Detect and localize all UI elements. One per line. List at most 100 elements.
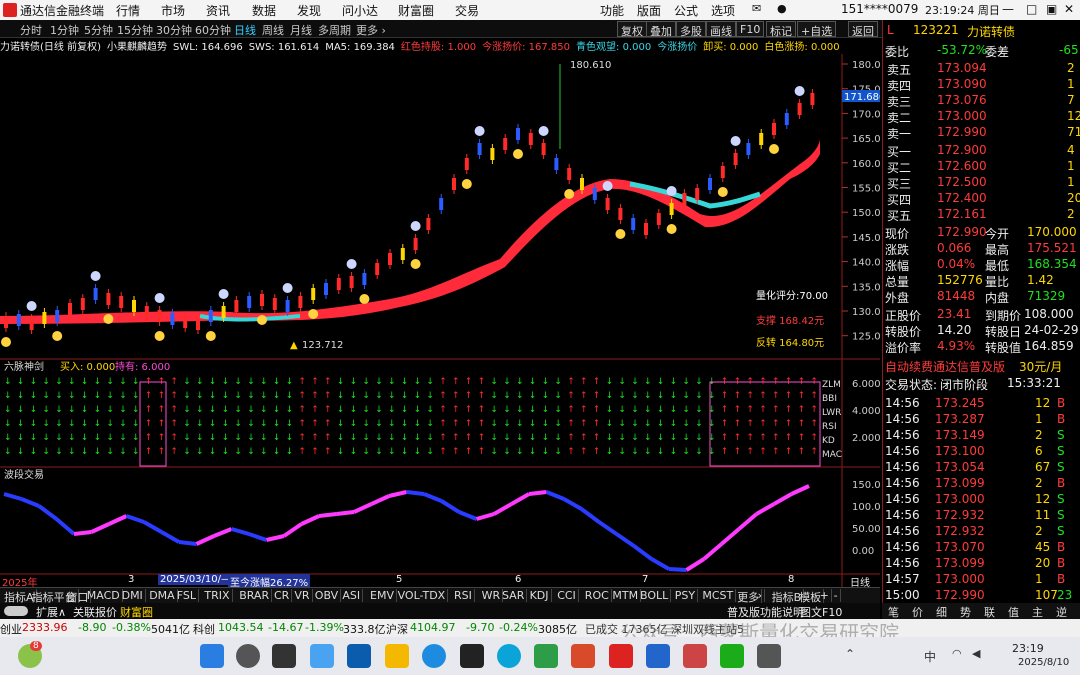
period-tab[interactable]: 更多 › [356,22,386,38]
mark-button[interactable]: 标记 [766,21,796,38]
multi-stock-button[interactable]: 多股 [676,21,706,38]
indicator-tab[interactable]: VOL-TDX [396,589,449,602]
chevron-up-icon[interactable]: ⌃ [845,647,855,661]
right-panel-tab[interactable]: 主 [1032,604,1043,620]
right-panel-tab[interactable]: 细 [936,604,947,620]
indicator-tab[interactable]: TRIX [202,589,233,602]
task-view-icon[interactable] [272,644,296,668]
right-panel-tab[interactable]: 逆 [1056,604,1067,620]
wechat-icon[interactable] [720,644,744,668]
search-icon[interactable] [236,644,260,668]
indicator-tab[interactable]: BOLL [638,589,672,602]
sub1-title[interactable]: 六脉神剑 [4,360,44,373]
menu-item[interactable]: 交易 [455,2,479,19]
menu-item[interactable]: 问小达 [342,2,378,19]
expand-tab[interactable]: 扩展∧ [36,604,66,620]
add-favorite-button[interactable]: +自选 [797,21,837,38]
period-tab[interactable]: 5分钟 [84,22,113,38]
indicator-tab[interactable]: OBV [313,589,342,602]
chart-canvas[interactable]: 180.0175.0170.0165.0160.0155.0150.0145.0… [0,54,880,587]
indicator-tab[interactable]: SAR [500,589,528,602]
period-tab[interactable]: 15分钟 [117,22,153,38]
menu-item[interactable]: 财富圈 [398,2,434,19]
maximize-button[interactable]: □ [1026,2,1037,16]
overlay-button[interactable]: 叠加 [646,21,676,38]
indicator-tab[interactable]: - [832,589,841,602]
period-tab[interactable]: 60分钟 [195,22,231,38]
f10-button[interactable]: F10 [736,21,765,37]
mail-app-icon[interactable] [347,644,371,668]
vscode-icon[interactable] [646,644,670,668]
right-panel-tab[interactable]: 值 [1008,604,1019,620]
menu-item[interactable]: 公式 [674,2,698,19]
taskbar-time[interactable]: 23:19 [1012,642,1044,655]
indicator-tab[interactable]: › [756,589,765,602]
index-name[interactable]: 创业 [0,621,22,637]
app-icon[interactable] [757,644,781,668]
indicator-tab[interactable]: ROC [583,589,612,602]
period-tab[interactable]: 分时 [20,22,42,38]
menu-item[interactable]: 发现 [297,2,321,19]
store-icon[interactable] [310,644,334,668]
folder-icon[interactable] [385,644,409,668]
menu-item[interactable]: 版面 [637,2,661,19]
edge-icon[interactable] [422,644,446,668]
draw-line-button[interactable]: 画线 [706,21,736,38]
ie-icon[interactable] [497,644,521,668]
ime-indicator[interactable]: 中 [924,648,936,665]
menu-item[interactable]: 数据 [252,2,276,19]
promo-text[interactable]: 自动续费通达信普及版 [885,358,1005,375]
toggle-switch[interactable] [4,606,28,616]
right-panel-tab[interactable]: 联 [984,604,995,620]
index-name[interactable]: 沪深 [386,621,408,637]
indicator-tab[interactable]: KDJ [528,589,552,602]
sub2-title[interactable]: 波段交易 [4,468,44,481]
indicator-tab[interactable]: RSI [452,589,475,602]
indicator-tab[interactable]: PSY [673,589,699,602]
period-tab[interactable]: 月线 [290,22,312,38]
wealth-circle-tab[interactable]: 财富圈 [120,604,153,620]
menu-item[interactable]: 市场 [161,2,185,19]
indicator-tab[interactable]: FSL [175,589,200,602]
indicator-tab[interactable]: MACD [85,589,123,602]
index-name[interactable]: 科创 [193,621,215,637]
app-icon[interactable] [534,644,558,668]
period-tab[interactable]: 30分钟 [156,22,192,38]
fuquan-button[interactable]: 复权 [617,21,647,38]
menu-item[interactable]: 行情 [116,2,140,19]
period-tab[interactable]: 多周期 [318,22,351,38]
wps-icon[interactable] [571,644,595,668]
indicator-tab[interactable]: CR [272,589,293,602]
menu-item[interactable]: 功能 [600,2,624,19]
indicator-tab[interactable]: MCST [700,589,737,602]
mail-icon[interactable]: ✉ [752,2,761,15]
indicator-tab[interactable]: + [818,589,832,602]
promo-price[interactable]: 30元/月 [1019,358,1062,375]
right-panel-tab[interactable]: 势 [960,604,971,620]
tdx-icon[interactable] [609,644,633,668]
related-quote-tab[interactable]: 关联报价 [73,604,117,620]
wifi-icon[interactable]: ◠ [952,647,962,660]
back-button[interactable]: 返回 [848,21,878,38]
menu-item[interactable]: 资讯 [206,2,230,19]
app-icon[interactable] [460,644,484,668]
indicator-tab[interactable]: VR [292,589,313,602]
volume-icon[interactable]: ◀ [972,647,980,660]
close-button[interactable]: ✕ [1064,2,1074,16]
indicator-tab[interactable]: CCI [555,589,579,602]
taskbar-date[interactable]: 2025/8/10 [1018,657,1069,668]
indicator-tab[interactable]: MTM [610,589,642,602]
period-tab[interactable]: 1分钟 [50,22,79,38]
indicator-tab[interactable]: EMV [368,589,397,602]
indicator-name[interactable]: 小果麒麟趋势 [107,42,167,53]
app-icon[interactable] [683,644,707,668]
minimize-button[interactable]: — [1002,2,1014,16]
restore-button[interactable]: ▣ [1046,2,1057,16]
right-panel-tab[interactable]: 价 [912,604,923,620]
period-tab[interactable]: 周线 [262,22,284,38]
indicator-tab[interactable]: DMI [120,589,146,602]
user-icon[interactable]: ● [777,2,787,15]
indicator-tab[interactable]: ASI [340,589,364,602]
indicator-tab[interactable]: DMA [147,589,178,602]
start-icon[interactable] [200,644,224,668]
